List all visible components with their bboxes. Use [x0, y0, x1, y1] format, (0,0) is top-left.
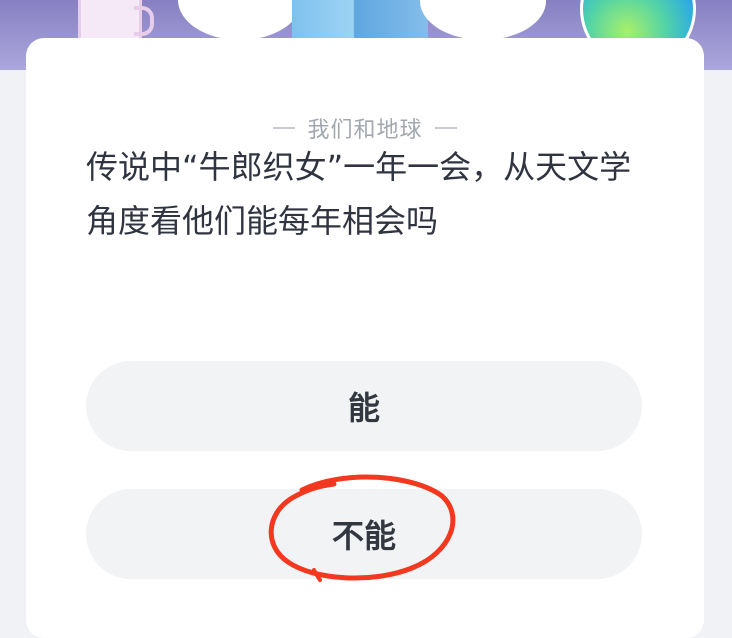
header-dash-right — [434, 127, 457, 129]
cup-handle-illustration — [134, 6, 154, 36]
answer-option-label: 能 — [347, 389, 380, 427]
cloud-illustration — [420, 0, 546, 40]
cloud-illustration — [178, 0, 302, 40]
question-text: 传说中“牛郎织女”一年一会，从天文学角度看他们能每年相会吗 — [86, 148, 632, 240]
answer-option-yes[interactable]: 能 — [86, 361, 642, 451]
answer-option-no[interactable]: 不能 — [86, 489, 642, 579]
header-dash-left — [273, 127, 296, 129]
answer-option-label: 不能 — [331, 517, 396, 555]
